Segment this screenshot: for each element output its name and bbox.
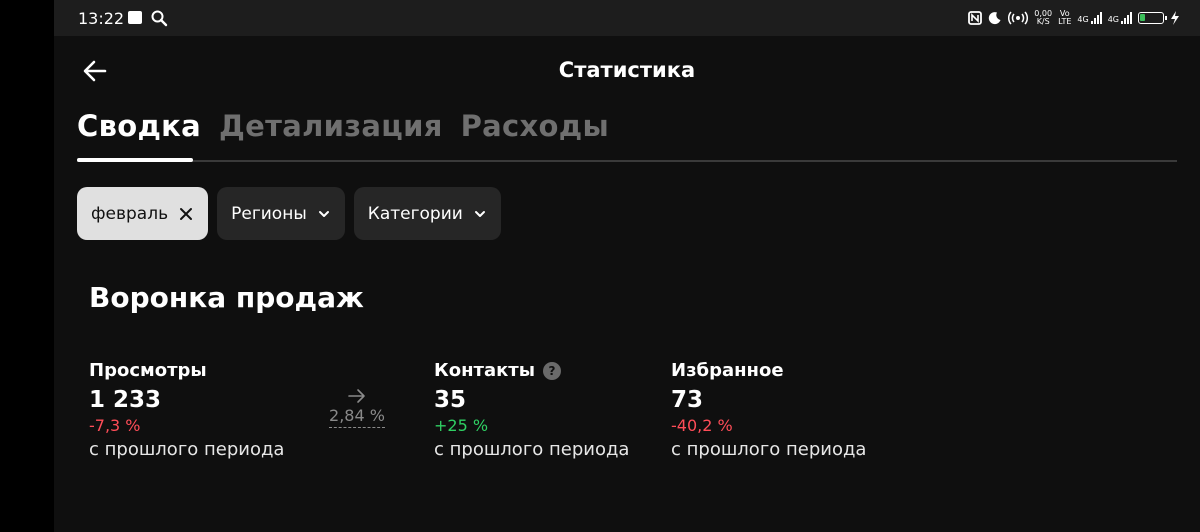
metric-period: с прошлого периода [671, 439, 867, 460]
metric-label: Избранное [671, 360, 784, 381]
status-bar: 13:22 0,00 K/S Vo LTE 4G 4G [54, 0, 1200, 36]
filter-chip-label: февраль [91, 203, 169, 224]
hotspot-icon [1008, 11, 1029, 25]
notification-icon [128, 11, 142, 24]
page-title: Статистика [558, 58, 696, 82]
filter-chip-categories[interactable]: Категории [353, 187, 501, 240]
signal-bars-icon [1090, 12, 1102, 24]
tab-bar: Сводка Детализация Расходы [77, 109, 609, 143]
tab-details[interactable]: Детализация [219, 109, 443, 143]
signal-1: 4G [1077, 12, 1102, 24]
search-icon [151, 10, 168, 27]
metric-value: 73 [671, 387, 704, 413]
volte-indicator: Vo LTE [1058, 9, 1072, 26]
tab-summary[interactable]: Сводка [77, 109, 201, 143]
chevron-down-icon [318, 210, 329, 217]
filter-chips: февраль Регионы Категории [77, 187, 501, 240]
metric-period: с прошлого периода [434, 439, 630, 460]
metric-label: Контакты ? [434, 360, 629, 381]
status-time: 13:22 [78, 9, 125, 28]
filter-chip-label: Регионы [231, 203, 307, 224]
signal-bars-icon [1121, 12, 1132, 24]
metric-change: -40,2 % [671, 416, 733, 435]
filter-chip-regions[interactable]: Регионы [217, 187, 345, 240]
metric-label: Просмотры [89, 360, 207, 381]
metric-value: 35 [434, 387, 467, 413]
status-icons: 0,00 K/S Vo LTE 4G 4G [968, 7, 1180, 29]
signal-2: 4G [1108, 12, 1132, 24]
help-icon[interactable]: ? [543, 361, 562, 380]
metric-period: с прошлого периода [89, 439, 285, 460]
metric-change: +25 % [434, 416, 489, 435]
conversion-rate: 2,84 % [326, 388, 388, 428]
tabs-divider [77, 160, 1177, 162]
nfc-icon [968, 11, 983, 25]
battery-icon [1138, 12, 1167, 24]
active-tab-indicator [77, 158, 193, 162]
net-speed: 0,00 K/S [1034, 9, 1053, 26]
metric-favorites: Избранное 73 -40,2 % с прошлого периода [671, 360, 866, 460]
chevron-down-icon [474, 210, 485, 217]
tab-expenses[interactable]: Расходы [461, 109, 609, 143]
metric-views: Просмотры 1 233 -7,3 % с прошлого период… [89, 360, 284, 460]
filter-chip-month[interactable]: февраль [77, 187, 209, 240]
filter-chip-label: Категории [367, 203, 463, 224]
metric-change: -7,3 % [89, 416, 141, 435]
arrow-right-icon [348, 389, 365, 403]
metric-value: 1 233 [89, 387, 162, 413]
metric-contacts: Контакты ? 35 +25 % с прошлого периода [434, 360, 629, 460]
left-black-bar [0, 0, 54, 532]
app-screen: 13:22 0,00 K/S Vo LTE 4G 4G Статистика С… [54, 0, 1200, 532]
funnel-title: Воронка продаж [89, 281, 364, 314]
close-icon[interactable] [178, 206, 194, 222]
moon-icon [989, 12, 1001, 25]
charging-icon [1171, 11, 1179, 25]
conversion-value[interactable]: 2,84 % [329, 406, 385, 428]
